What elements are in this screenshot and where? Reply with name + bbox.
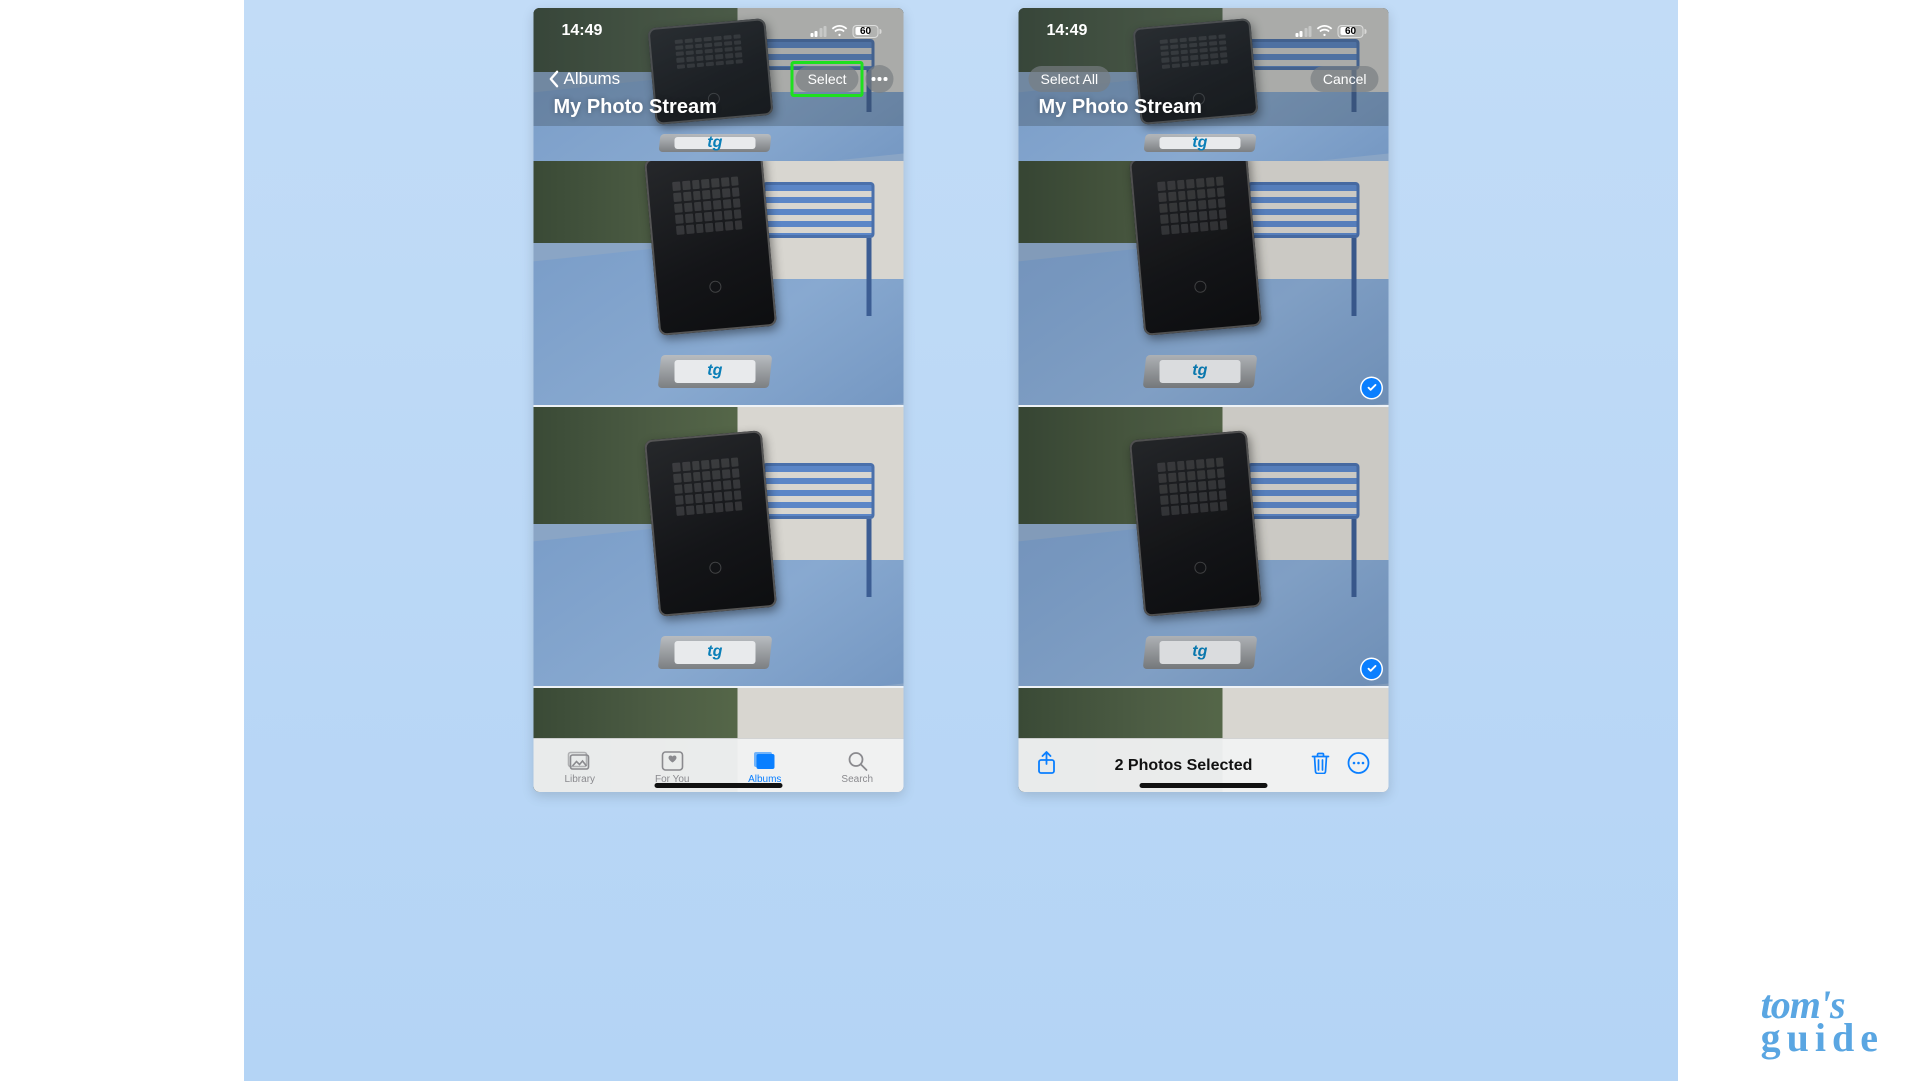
wifi-icon bbox=[1317, 25, 1333, 37]
more-button[interactable] bbox=[866, 65, 894, 93]
search-icon bbox=[844, 750, 870, 772]
delete-button[interactable] bbox=[1310, 752, 1330, 779]
select-all-button[interactable]: Select All bbox=[1029, 66, 1111, 92]
page-margin-right bbox=[1678, 0, 1922, 1081]
albums-icon bbox=[752, 750, 778, 772]
album-title: My Photo Stream bbox=[554, 96, 717, 119]
status-bar: 14:49 60 bbox=[534, 8, 904, 54]
status-time: 14:49 bbox=[562, 22, 603, 40]
selected-check-icon bbox=[1362, 659, 1382, 679]
phone-right: tg Select All Cancel My Photo Stream 14:… bbox=[1019, 8, 1389, 792]
back-label: Albums bbox=[564, 69, 621, 89]
battery-icon: 60 bbox=[853, 25, 882, 38]
tab-for-you[interactable]: For You bbox=[626, 750, 719, 785]
watermark-logo: tom's guide bbox=[1761, 989, 1884, 1055]
select-button[interactable]: Select bbox=[796, 66, 859, 92]
library-icon bbox=[567, 750, 593, 772]
tab-search[interactable]: Search bbox=[811, 750, 904, 785]
home-indicator[interactable] bbox=[1140, 783, 1268, 788]
back-button[interactable]: Albums bbox=[544, 69, 625, 89]
page-margin-left bbox=[0, 0, 244, 1081]
album-title: My Photo Stream bbox=[1039, 96, 1202, 119]
more-icon bbox=[872, 77, 888, 81]
photo-grid[interactable]: tg tg bbox=[1019, 126, 1389, 738]
selected-check-icon bbox=[1362, 378, 1382, 398]
screenshots-container: tg Albums Select bbox=[534, 8, 1389, 792]
battery-icon: 60 bbox=[1338, 25, 1367, 38]
photo-item[interactable]: tg bbox=[534, 126, 904, 405]
photo-item-selected[interactable]: tg bbox=[1019, 126, 1389, 405]
photo-item[interactable]: tg bbox=[534, 407, 904, 686]
more-actions-button[interactable] bbox=[1346, 751, 1370, 780]
photo-grid[interactable]: tg tg bbox=[534, 126, 904, 738]
status-bar: 14:49 60 bbox=[1019, 8, 1389, 54]
cancel-button[interactable]: Cancel bbox=[1311, 66, 1379, 92]
photo-item-selected[interactable]: tg bbox=[1019, 407, 1389, 686]
trash-icon bbox=[1310, 752, 1330, 774]
photo-item[interactable] bbox=[534, 688, 904, 738]
more-circle-icon bbox=[1346, 751, 1370, 775]
photo-item[interactable] bbox=[1019, 688, 1389, 738]
share-icon bbox=[1037, 751, 1057, 775]
cell-signal-icon bbox=[810, 26, 827, 37]
chevron-left-icon bbox=[548, 70, 560, 88]
status-time: 14:49 bbox=[1047, 22, 1088, 40]
wifi-icon bbox=[832, 25, 848, 37]
tab-library[interactable]: Library bbox=[534, 750, 627, 785]
home-indicator[interactable] bbox=[655, 783, 783, 788]
tab-label: Search bbox=[841, 774, 873, 785]
tab-label: Library bbox=[564, 774, 595, 785]
phone-left: tg Albums Select bbox=[534, 8, 904, 792]
selection-count: 2 Photos Selected bbox=[1115, 757, 1253, 775]
cell-signal-icon bbox=[1295, 26, 1312, 37]
share-button[interactable] bbox=[1037, 751, 1057, 780]
for-you-icon bbox=[659, 750, 685, 772]
tab-albums[interactable]: Albums bbox=[719, 750, 812, 785]
